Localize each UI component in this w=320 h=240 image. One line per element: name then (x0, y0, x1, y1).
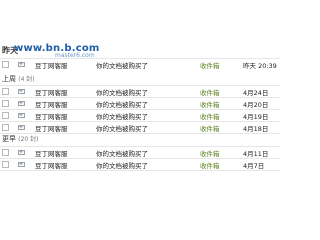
mail-date: 4月19日 (243, 113, 269, 121)
group-heading-last-week: 上周 (4 封) (2, 74, 35, 84)
mail-icon (18, 150, 25, 155)
mail-folder[interactable]: 收件箱 (200, 99, 220, 109)
mail-sender: 豆丁网客服 (35, 125, 68, 133)
group-count: (4 封) (18, 76, 35, 83)
mail-icon (18, 162, 25, 167)
mail-date: 4月11日 (243, 150, 269, 158)
mail-folder[interactable]: 收件箱 (200, 111, 220, 121)
mail-list-frame: 昨天 www.bn.b.com master6.com 豆丁网客服 你的文档被购… (0, 0, 280, 220)
mail-date: 4月20日 (243, 101, 269, 109)
mail-subject[interactable]: 你的文档被购买了 (96, 60, 148, 70)
mail-sender: 豆丁网客服 (35, 101, 68, 109)
mail-folder[interactable]: 收件箱 (200, 87, 220, 97)
mail-sender: 豆丁网客服 (35, 62, 68, 70)
mail-folder[interactable]: 收件箱 (200, 123, 220, 133)
row-checkbox[interactable] (2, 124, 9, 131)
mail-date: 4月24日 (243, 89, 269, 97)
mail-folder[interactable]: 收件箱 (200, 148, 220, 158)
row-checkbox[interactable] (2, 149, 9, 156)
row-checkbox[interactable] (2, 112, 9, 119)
mail-icon (18, 89, 25, 94)
mail-row[interactable]: 豆丁网客服 你的文档被购买了 收件箱 昨天 20:39 (0, 58, 280, 70)
mail-subject[interactable]: 你的文档被购买了 (96, 111, 148, 121)
row-checkbox[interactable] (2, 61, 9, 68)
mail-sender: 豆丁网客服 (35, 113, 68, 121)
mail-subject[interactable]: 你的文档被购买了 (96, 99, 148, 109)
mail-row[interactable]: 豆丁网客服 你的文档被购买了 收件箱 4月18日 (0, 121, 280, 134)
mail-subject[interactable]: 你的文档被购买了 (96, 160, 148, 170)
mail-row[interactable]: 豆丁网客服 你的文档被购买了 收件箱 4月24日 (0, 85, 280, 97)
mail-subject[interactable]: 你的文档被购买了 (96, 87, 148, 97)
mail-sender: 豆丁网客服 (35, 150, 68, 158)
mail-icon (18, 113, 25, 118)
mail-folder[interactable]: 收件箱 (200, 160, 220, 170)
mail-row[interactable]: 豆丁网客服 你的文档被购买了 收件箱 4月19日 (0, 109, 280, 121)
mail-row[interactable]: 豆丁网客服 你的文档被购买了 收件箱 4月11日 (0, 146, 280, 158)
mail-folder[interactable]: 收件箱 (200, 60, 220, 70)
mail-subject[interactable]: 你的文档被购买了 (96, 123, 148, 133)
mail-row[interactable]: 豆丁网客服 你的文档被购买了 收件箱 4月7日 (0, 158, 280, 171)
mail-row[interactable]: 豆丁网客服 你的文档被购买了 收件箱 4月20日 (0, 97, 280, 109)
row-checkbox[interactable] (2, 161, 9, 168)
group-label: 上周 (2, 75, 16, 83)
mail-icon (18, 125, 25, 130)
row-checkbox[interactable] (2, 100, 9, 107)
mail-icon (18, 62, 25, 67)
group-label: 更早 (2, 135, 16, 143)
mail-date: 4月18日 (243, 125, 269, 133)
mail-icon (18, 101, 25, 106)
mail-date: 4月7日 (243, 162, 265, 170)
group-heading-earlier: 更早 (20 封) (2, 134, 38, 144)
row-checkbox[interactable] (2, 88, 9, 95)
mail-date: 昨天 20:39 (243, 62, 277, 70)
mail-sender: 豆丁网客服 (35, 162, 68, 170)
group-count: (20 封) (18, 136, 39, 143)
mail-sender: 豆丁网客服 (35, 89, 68, 97)
mail-subject[interactable]: 你的文档被购买了 (96, 148, 148, 158)
